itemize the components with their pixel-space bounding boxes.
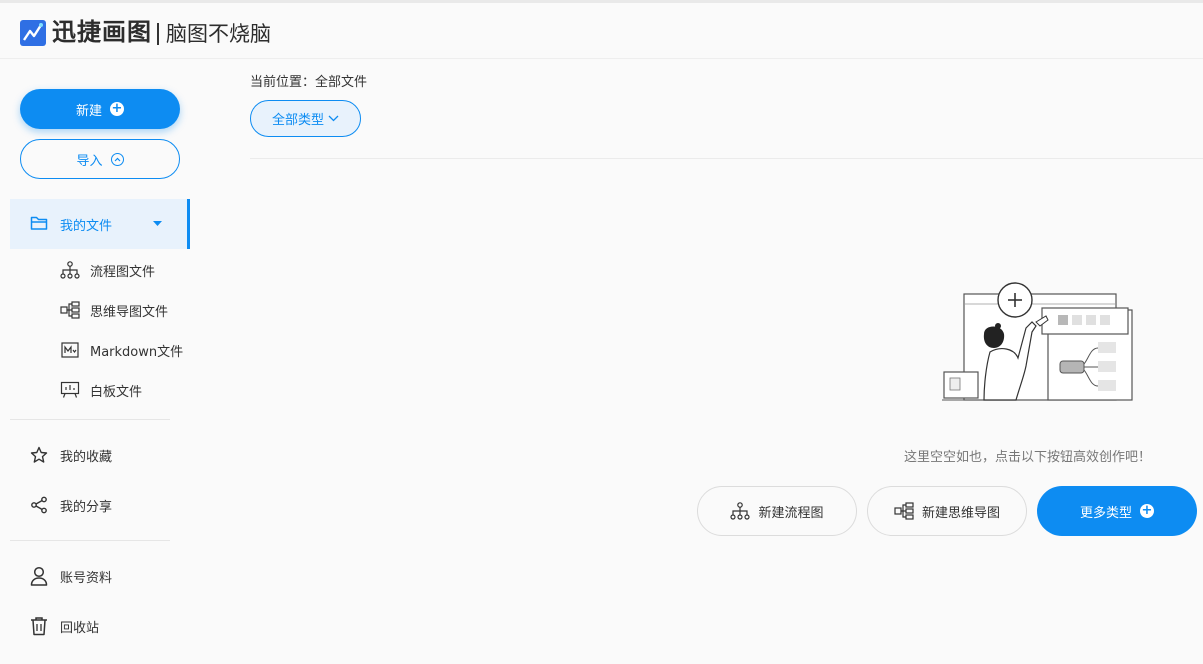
flowchart-icon	[730, 502, 751, 520]
import-button[interactable]: 导入	[20, 139, 180, 179]
sidebar-subitem-markdown[interactable]: Markdown文件	[60, 337, 200, 363]
file-type-filter-dropdown[interactable]: 全部类型	[250, 100, 361, 137]
sidebar-subitem-label: Markdown文件	[90, 344, 184, 360]
sidebar-item-account[interactable]: 账号资料	[30, 563, 180, 589]
sidebar-item-label: 账号资料	[60, 570, 113, 586]
new-mindmap-button[interactable]: 新建思维导图	[867, 486, 1027, 536]
sidebar-divider	[10, 419, 170, 420]
more-types-label: 更多类型	[1079, 505, 1132, 521]
sidebar-item-favorites[interactable]: 我的收藏	[30, 442, 180, 468]
sidebar-item-shares[interactable]: 我的分享	[30, 492, 180, 518]
filter-label: 全部类型	[271, 113, 324, 128]
chevron-up-icon	[110, 152, 124, 166]
mindmap-icon	[60, 301, 80, 319]
caret-down-icon	[153, 221, 162, 226]
chevron-down-icon	[328, 115, 339, 122]
more-types-button[interactable]: 更多类型 +	[1037, 486, 1197, 536]
sidebar-subitem-flowchart[interactable]: 流程图文件	[60, 257, 200, 283]
sidebar-subitem-label: 白板文件	[90, 384, 143, 400]
brand-slogan: 脑图不烧脑	[166, 22, 271, 46]
sidebar-item-my-files[interactable]: 我的文件	[10, 199, 190, 249]
trash-icon	[31, 617, 47, 636]
sidebar-item-label: 回收站	[60, 620, 100, 636]
sidebar-item-label: 我的分享	[60, 499, 113, 515]
share-icon	[31, 496, 47, 514]
empty-state-message: 这里空空如也，点击以下按钮高效创作吧！	[904, 450, 1152, 465]
sidebar-subitem-label: 流程图文件	[90, 264, 156, 280]
new-flowchart-button[interactable]: 新建流程图	[697, 486, 857, 536]
sidebar-subitem-whiteboard[interactable]: 白板文件	[60, 377, 200, 403]
logo-icon	[20, 20, 46, 46]
breadcrumb: 当前位置：全部文件	[250, 75, 368, 90]
brand-name: 迅捷画图	[52, 18, 152, 46]
sidebar-item-trash[interactable]: 回收站	[30, 613, 180, 639]
folder-icon	[30, 216, 48, 230]
new-button-label: 新建	[75, 103, 102, 119]
sidebar-item-label: 我的文件	[60, 219, 113, 234]
flowchart-icon	[60, 261, 80, 279]
user-icon	[30, 566, 48, 586]
mindmap-icon	[894, 502, 914, 520]
sidebar-subitem-mindmap[interactable]: 思维导图文件	[60, 297, 200, 323]
plus-circle-icon: +	[110, 101, 124, 116]
new-mindmap-label: 新建思维导图	[921, 505, 1000, 521]
plus-circle-icon: +	[1140, 503, 1154, 518]
import-button-label: 导入	[76, 153, 103, 169]
whiteboard-icon	[60, 381, 80, 398]
brand-separator	[157, 23, 159, 45]
content-divider	[250, 158, 1203, 159]
top-bar: 迅捷画图 脑图不烧脑	[0, 0, 1203, 59]
new-flowchart-label: 新建流程图	[758, 505, 824, 521]
new-button[interactable]: 新建 +	[20, 89, 180, 129]
empty-state-illustration	[942, 282, 1133, 401]
sidebar-divider	[10, 540, 170, 541]
markdown-icon	[61, 342, 79, 358]
sidebar-subitem-label: 思维导图文件	[90, 304, 169, 320]
sidebar-item-label: 我的收藏	[60, 449, 113, 465]
star-icon	[30, 446, 48, 463]
